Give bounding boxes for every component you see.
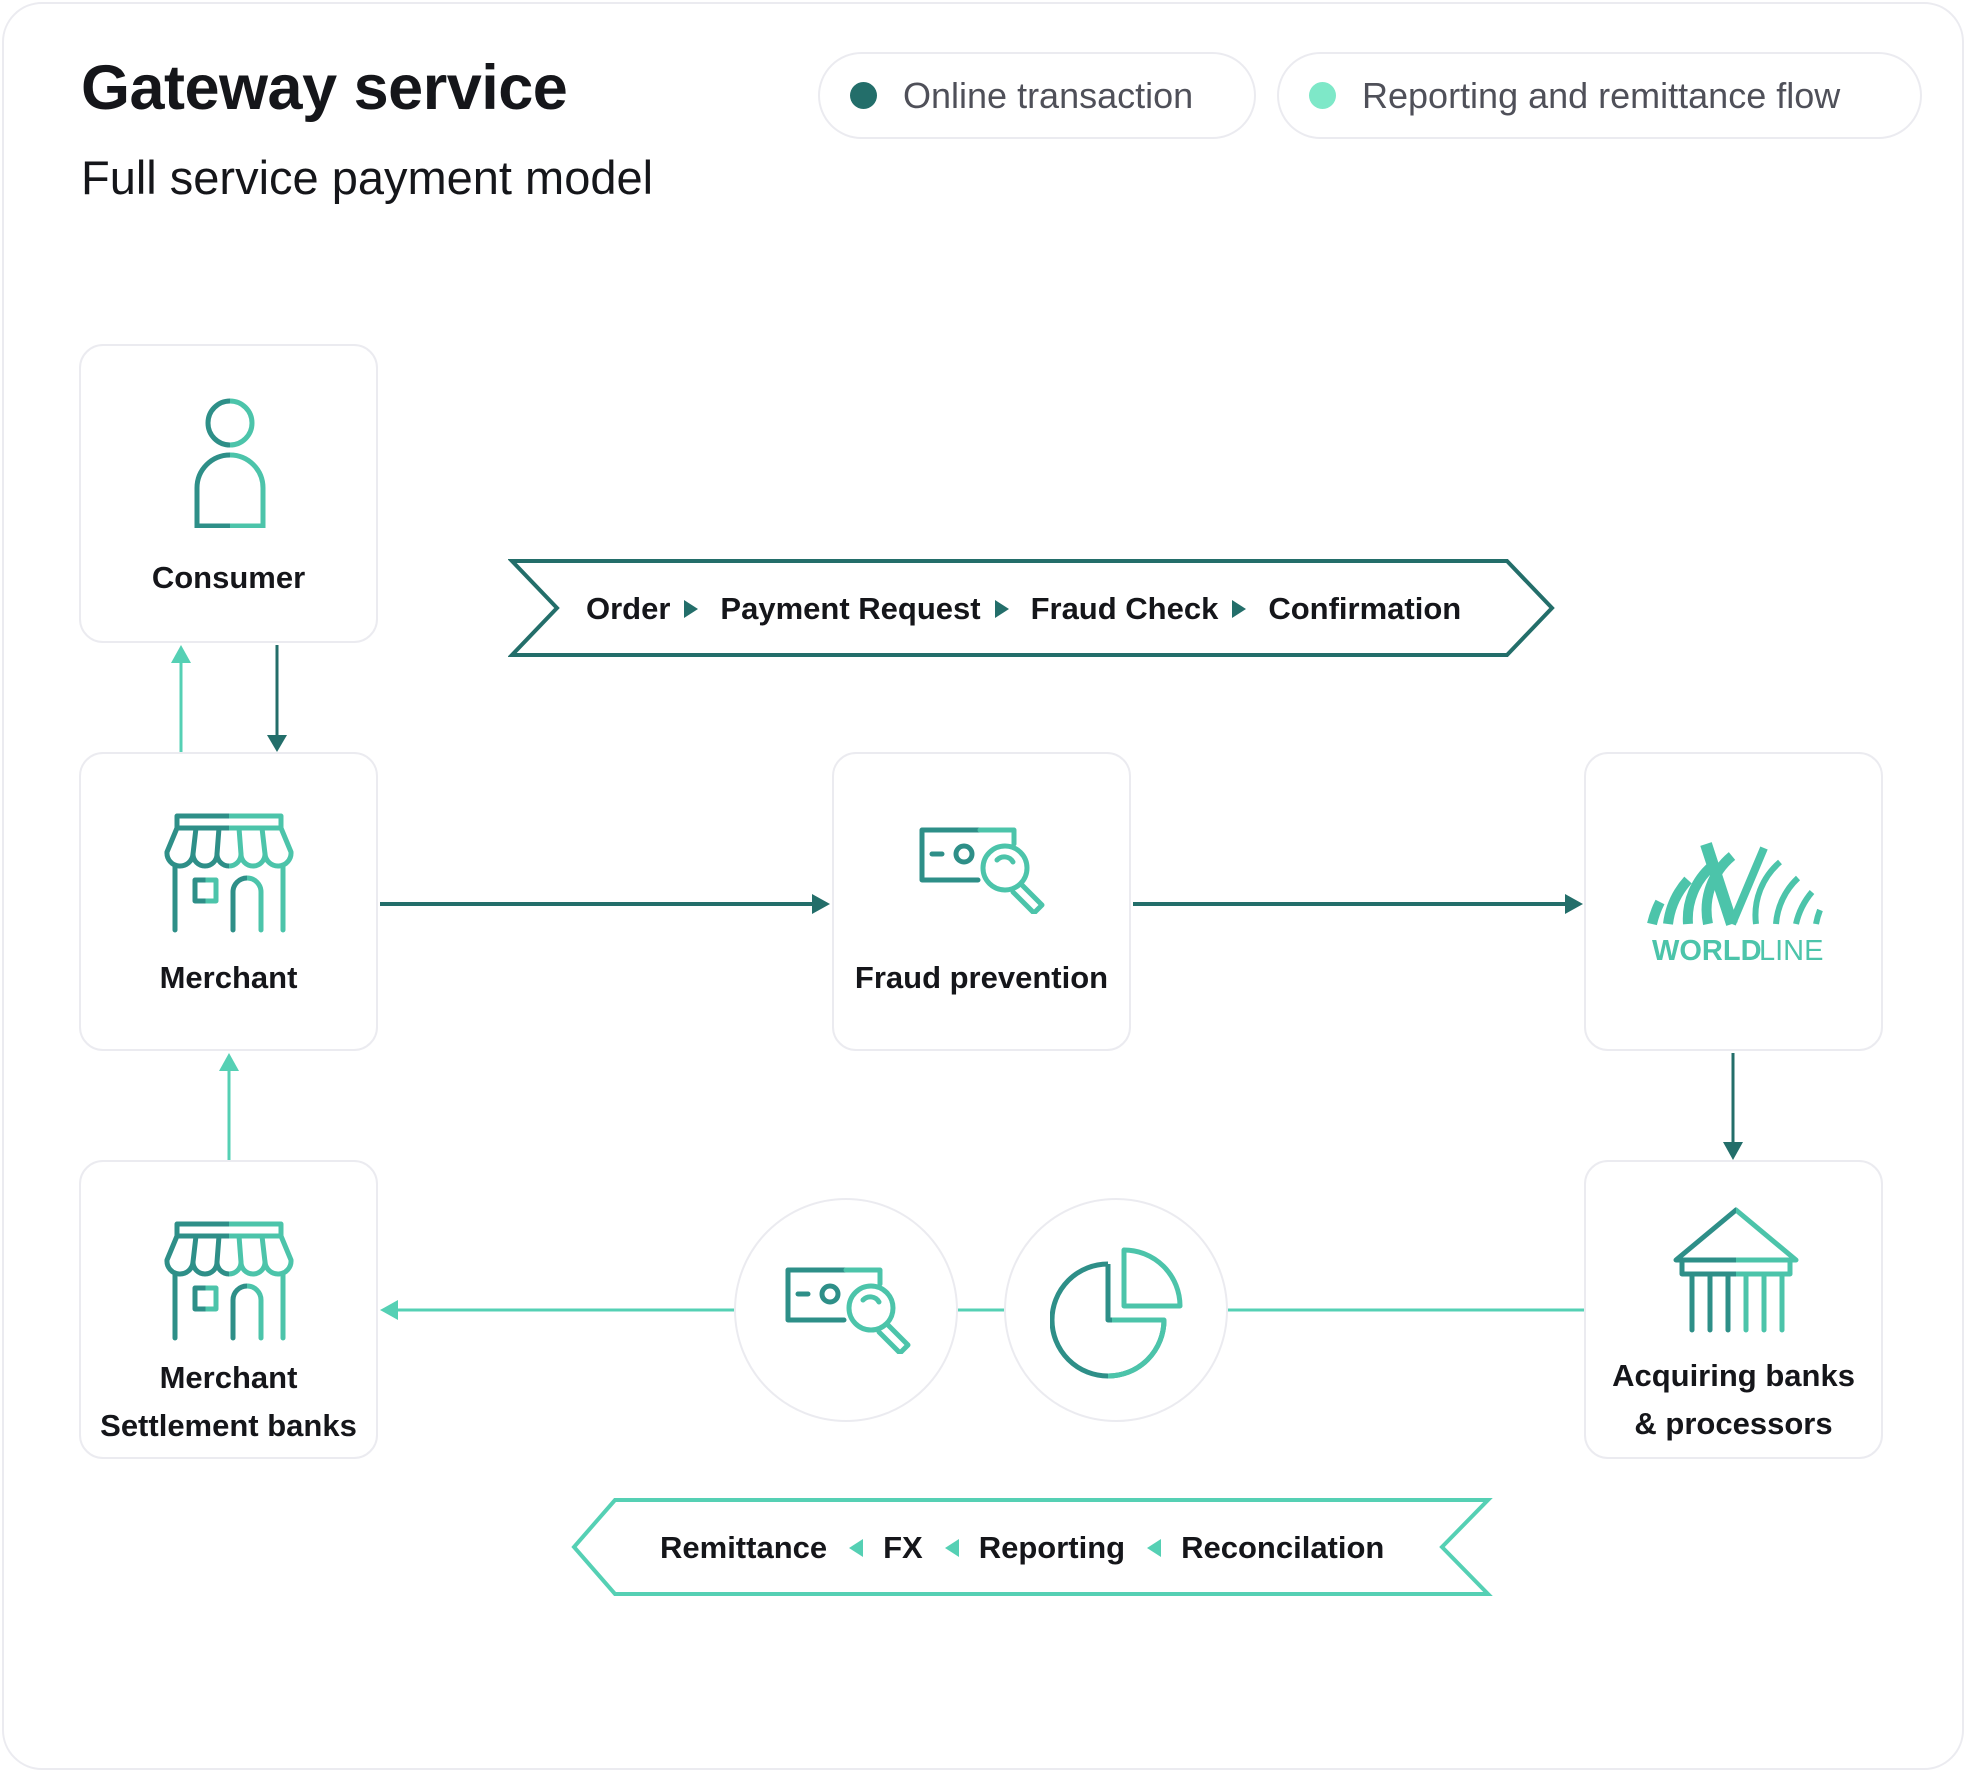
arrow-left-icon	[944, 1539, 959, 1557]
node-label: Merchant	[159, 960, 298, 995]
node-merchant-settlement-banks[interactable]: Merchant Settlement banks	[79, 1160, 378, 1459]
flow-step-reconcilation: Reconcilation	[1181, 1530, 1385, 1565]
person-icon	[194, 398, 266, 528]
online-flow-steps: Order Payment Request Fraud Check Confir…	[586, 585, 1461, 633]
reporting-flow-steps: Remittance FX Reporting Reconcilation	[660, 1524, 1384, 1572]
flow-step-payment-request: Payment Request	[720, 591, 981, 626]
node-acquiring-banks[interactable]: Acquiring banks & processors	[1584, 1160, 1883, 1459]
node-label: Fraud prevention	[854, 960, 1109, 995]
node-label-line2: Settlement banks	[100, 1408, 357, 1443]
node-label-line1: Acquiring banks	[1612, 1358, 1855, 1393]
storefront-icon	[164, 1221, 294, 1343]
card-search-icon	[785, 1267, 911, 1354]
node-merchant[interactable]: Merchant	[79, 752, 378, 1051]
flow-step-reporting: Reporting	[978, 1530, 1126, 1565]
pie-chart-icon	[1050, 1247, 1183, 1379]
arrow-merchant-to-consumer	[171, 645, 191, 752]
card-search-icon	[919, 827, 1045, 914]
arrow-left-icon	[1147, 1539, 1162, 1557]
flow-step-confirmation: Confirmation	[1268, 591, 1462, 626]
node-worldline[interactable]: WORLD LINE	[1584, 752, 1883, 1051]
flow-step-order: Order	[586, 591, 671, 626]
node-consumer[interactable]: Consumer	[79, 344, 378, 643]
arrow-acquiring-to-settlement	[380, 1300, 1584, 1320]
bank-icon	[1670, 1207, 1802, 1334]
flow-step-fraud-check: Fraud Check	[1030, 591, 1219, 626]
arrow-fraud-to-worldline	[1133, 894, 1583, 914]
logo-text-light: LINE	[1759, 935, 1823, 967]
arrow-consumer-to-merchant	[267, 645, 287, 752]
flow-step-fx: FX	[883, 1530, 923, 1565]
arrow-merchant-to-fraud	[380, 894, 830, 914]
node-label: Consumer	[151, 560, 306, 595]
flow-step-remittance: Remittance	[660, 1530, 828, 1565]
arrow-settlement-to-merchant	[219, 1053, 239, 1160]
node-label-line2: & processors	[1634, 1406, 1833, 1441]
arrow-right-icon	[994, 600, 1009, 618]
reporting-step-fraud-check	[734, 1198, 958, 1422]
node-fraud-prevention[interactable]: Fraud prevention	[832, 752, 1131, 1051]
reporting-step-analytics	[1004, 1198, 1228, 1422]
logo-text-bold: WORLD	[1652, 935, 1762, 967]
node-label-line1: Merchant	[159, 1360, 298, 1395]
arrow-left-icon	[849, 1539, 864, 1557]
storefront-icon	[164, 813, 294, 935]
arrow-right-icon	[684, 600, 699, 618]
worldline-logo: WORLD LINE	[1647, 842, 1823, 967]
arrow-worldline-to-acquiring	[1723, 1053, 1743, 1160]
arrow-right-icon	[1232, 600, 1247, 618]
